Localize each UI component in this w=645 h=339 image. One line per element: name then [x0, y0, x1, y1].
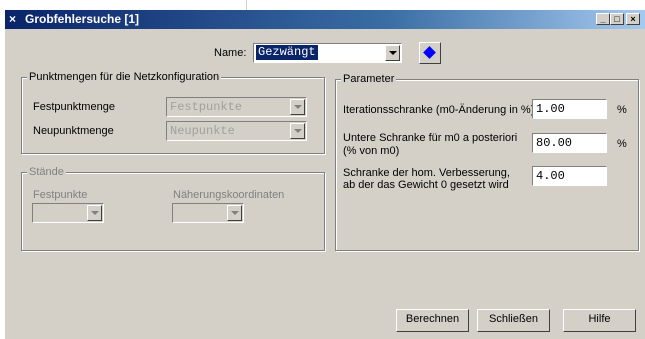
dialog-window: × Grobfehlersuche [1] _ □ × Name: Gezwän… — [4, 10, 645, 339]
netzkonfiguration-legend: Punktmengen für die Netzkonfiguration — [27, 71, 222, 84]
festpunktmenge-dropdown: Festpunkte — [166, 97, 307, 117]
close-button[interactable]: × — [626, 13, 640, 25]
berechnen-button[interactable]: Berechnen — [396, 309, 469, 332]
staende-legend: Stände — [27, 166, 66, 179]
naeherungskoordinaten-label: Näherungskoordinaten — [173, 189, 285, 201]
background-strip — [0, 0, 645, 10]
parameter-legend: Parameter — [341, 73, 397, 86]
iterationsschranke-input[interactable]: 1.00 — [532, 99, 607, 119]
festpunktmenge-label: Festpunktmenge — [33, 101, 115, 113]
untere-schranke-unit: % — [617, 138, 627, 150]
festpunktmenge-value: Festpunkte — [170, 100, 243, 114]
chevron-down-icon — [227, 205, 242, 221]
neupunktmenge-value: Neupunkte — [170, 124, 235, 138]
divider — [246, 0, 247, 10]
title-bar[interactable]: × Grobfehlersuche [1] _ □ × — [5, 10, 645, 29]
festpunkte-label: Festpunkte — [33, 189, 88, 201]
schliessen-button[interactable]: Schließen — [477, 309, 550, 332]
name-label: Name: — [214, 47, 247, 59]
app-icon: × — [9, 12, 17, 26]
name-dropdown-value: Gezwängt — [256, 45, 318, 60]
untere-schranke-value: 80.00 — [536, 136, 573, 150]
untere-schranke-input[interactable]: 80.00 — [532, 133, 607, 153]
schranke-verbesserung-label-line2: ab der das Gewicht 0 gesetzt wird — [343, 179, 509, 191]
untere-schranke-label-line1: Untere Schranke für m0 a posteriori — [343, 132, 518, 144]
diamond-button[interactable] — [419, 42, 441, 64]
neupunktmenge-dropdown: Neupunkte — [166, 121, 307, 141]
name-dropdown[interactable]: Gezwängt — [253, 43, 402, 63]
diamond-icon — [423, 46, 436, 59]
minimize-button[interactable]: _ — [596, 13, 610, 25]
neupunktmenge-label: Neupunktmenge — [33, 125, 114, 137]
window-title: Grobfehlersuche [1] — [25, 12, 140, 26]
hilfe-button[interactable]: Hilfe — [563, 309, 636, 332]
maximize-button[interactable]: □ — [610, 13, 624, 25]
chevron-down-icon — [290, 99, 305, 115]
iterationsschranke-value: 1.00 — [536, 102, 565, 116]
chevron-down-icon — [87, 205, 102, 221]
untere-schranke-label-line2: (% von m0) — [343, 145, 400, 157]
naeherungskoordinaten-dropdown — [172, 203, 244, 223]
schranke-verbesserung-input[interactable]: 4.00 — [532, 166, 607, 186]
iterationsschranke-unit: % — [617, 104, 627, 116]
schranke-verbesserung-value: 4.00 — [536, 169, 565, 183]
festpunkte-dropdown — [32, 203, 104, 223]
chevron-down-icon[interactable] — [385, 45, 400, 61]
chevron-down-icon — [290, 123, 305, 139]
iterationsschranke-label: Iterationsschranke (m0-Änderung in %) — [343, 104, 535, 116]
